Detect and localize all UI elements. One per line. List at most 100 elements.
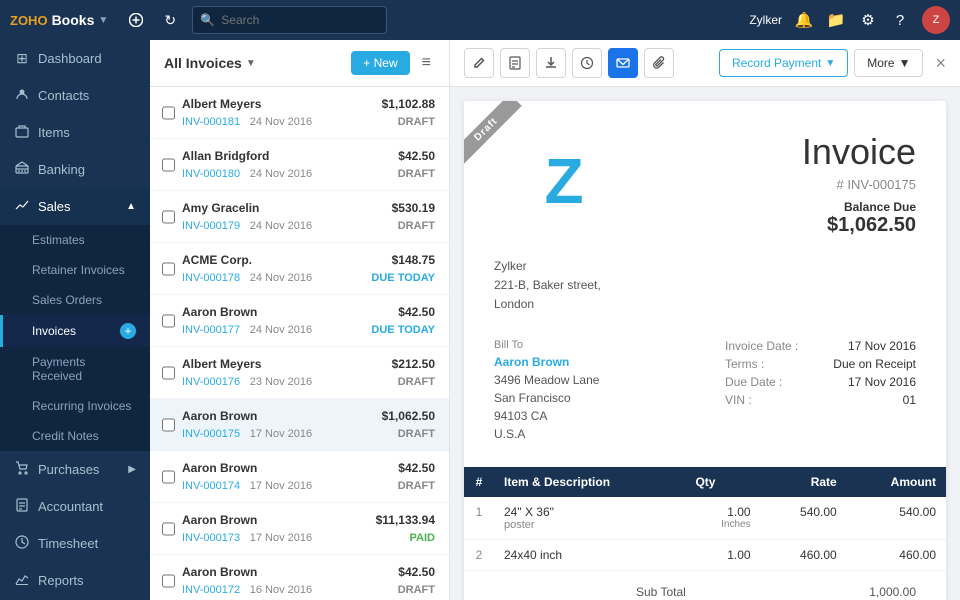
invoice-checkbox[interactable] — [162, 106, 175, 119]
invoice-item-ref[interactable]: INV-000180 — [182, 168, 240, 180]
invoice-checkbox[interactable] — [162, 314, 175, 327]
invoice-item-ref[interactable]: INV-000172 — [182, 584, 240, 596]
bell-icon-btn[interactable]: 🔔 — [790, 6, 818, 34]
invoice-list-item[interactable]: Amy Gracelin $530.19 INV-000179 24 Nov 2… — [150, 191, 449, 243]
add-button[interactable] — [122, 6, 150, 34]
sidebar-item-reports[interactable]: Reports — [0, 562, 150, 599]
invoice-add-btn[interactable]: + — [120, 323, 136, 339]
invoice-item-row1: Aaron Brown $11,133.94 — [182, 513, 435, 527]
invoice-item-row1: Amy Gracelin $530.19 — [182, 201, 435, 215]
invoice-list-title[interactable]: All Invoices ▼ — [164, 55, 256, 71]
invoice-item-ref[interactable]: INV-000173 — [182, 532, 240, 544]
invoice-item-ref[interactable]: INV-000178 — [182, 272, 240, 284]
invoice-item-row2: INV-000181 24 Nov 2016 DRAFT — [182, 113, 435, 128]
sidebar-item-dashboard[interactable]: ⊞ Dashboard — [0, 40, 150, 77]
line-rate: 540.00 — [761, 497, 847, 540]
meta-label: Invoice Date : — [725, 339, 798, 353]
gear-icon-btn[interactable]: ⚙ — [854, 6, 882, 34]
invoice-list-item[interactable]: ACME Corp. $148.75 INV-000178 24 Nov 201… — [150, 243, 449, 295]
email-icon-btn[interactable] — [608, 48, 638, 78]
invoice-item-ref[interactable]: INV-000176 — [182, 376, 240, 388]
invoice-item-status: DUE TODAY — [371, 272, 435, 284]
invoice-item-row2: INV-000172 16 Nov 2016 DRAFT — [182, 581, 435, 596]
sidebar-item-purchases[interactable]: Purchases ▶ — [0, 451, 150, 488]
table-row: 1 24" X 36" poster 1.00 Inches 540.00 54… — [464, 497, 946, 540]
close-button[interactable]: × — [935, 53, 946, 74]
line-qty: 1.00 — [685, 539, 760, 570]
pdf-icon-btn[interactable] — [500, 48, 530, 78]
attachment-icon-btn[interactable] — [644, 48, 674, 78]
sidebar-item-retainer-invoices[interactable]: Retainer Invoices — [0, 255, 150, 285]
invoice-item-ref[interactable]: INV-000177 — [182, 324, 240, 336]
history-icon-btn[interactable] — [572, 48, 602, 78]
totals-row: Sub Total 1,000.00 — [636, 581, 916, 600]
edit-icon-btn[interactable] — [464, 48, 494, 78]
invoice-item-amount: $1,062.50 — [382, 409, 435, 423]
sidebar-item-credit-notes[interactable]: Credit Notes — [0, 421, 150, 451]
sidebar-item-sales-orders[interactable]: Sales Orders — [0, 285, 150, 315]
invoice-checkbox[interactable] — [162, 210, 175, 223]
sidebar-item-contacts[interactable]: Contacts — [0, 77, 150, 114]
from-line2: London — [494, 295, 916, 314]
record-payment-button[interactable]: Record Payment ▼ — [719, 49, 848, 77]
table-header-item-&-description: Item & Description — [494, 467, 685, 497]
invoice-item-row1: Allan Bridgford $42.50 — [182, 149, 435, 163]
invoice-item-ref[interactable]: INV-000175 — [182, 428, 240, 440]
sidebar-item-accountant[interactable]: Accountant — [0, 488, 150, 525]
folder-icon-btn[interactable]: 📁 — [822, 6, 850, 34]
filter-button[interactable]: ≡ — [418, 50, 435, 76]
invoice-item-amount: $42.50 — [398, 149, 435, 163]
invoice-item-status: DUE TODAY — [371, 324, 435, 336]
totals-value: 1,000.00 — [869, 585, 916, 599]
logo-dropdown-arrow[interactable]: ▼ — [98, 15, 108, 26]
invoice-totals: Sub Total 1,000.00 State Sales tax (6.25… — [464, 571, 946, 600]
new-btn-label: + New — [363, 56, 397, 70]
invoice-item-date: 17 Nov 2016 — [250, 428, 312, 440]
sidebar-item-items[interactable]: Items — [0, 114, 150, 151]
invoice-item-status: DRAFT — [398, 428, 435, 440]
sidebar-label-retainer: Retainer Invoices — [32, 263, 136, 277]
invoice-item-ref[interactable]: INV-000179 — [182, 220, 240, 232]
sidebar-item-estimates[interactable]: Estimates — [0, 225, 150, 255]
sidebar-item-payments-received[interactable]: Payments Received — [0, 347, 150, 391]
search-input[interactable] — [192, 6, 387, 34]
invoice-list-item[interactable]: Aaron Brown $42.50 INV-000177 24 Nov 201… — [150, 295, 449, 347]
invoice-checkbox[interactable] — [162, 574, 175, 587]
invoice-list-item[interactable]: Allan Bridgford $42.50 INV-000180 24 Nov… — [150, 139, 449, 191]
invoice-checkbox[interactable] — [162, 418, 175, 431]
invoice-list-item[interactable]: Aaron Brown $1,062.50 INV-000175 17 Nov … — [150, 399, 449, 451]
invoice-checkbox[interactable] — [162, 470, 175, 483]
invoice-checkbox[interactable] — [162, 262, 175, 275]
invoice-list-item[interactable]: Albert Meyers $212.50 INV-000176 23 Nov … — [150, 347, 449, 399]
invoice-checkbox[interactable] — [162, 366, 175, 379]
invoice-bill-section: Bill To Aaron Brown 3496 Meadow LaneSan … — [464, 325, 946, 457]
download-icon-btn[interactable] — [536, 48, 566, 78]
help-icon-btn[interactable]: ? — [886, 6, 914, 34]
sidebar-item-invoices[interactable]: Invoices + — [0, 315, 150, 347]
invoice-item-amount: $1,102.88 — [382, 97, 435, 111]
sidebar-item-banking[interactable]: Banking — [0, 151, 150, 188]
invoice-item-name: Allan Bridgford — [182, 149, 269, 163]
new-invoice-button[interactable]: + New — [351, 51, 409, 75]
invoice-list-item[interactable]: Aaron Brown $42.50 INV-000172 16 Nov 201… — [150, 555, 449, 600]
invoice-item-row2: INV-000178 24 Nov 2016 DUE TODAY — [182, 269, 435, 284]
more-button[interactable]: More ▼ — [854, 49, 923, 77]
invoice-item-ref[interactable]: INV-000174 — [182, 480, 240, 492]
refresh-button[interactable]: ↻ — [156, 6, 184, 34]
invoice-item-ref[interactable]: INV-000181 — [182, 116, 240, 128]
sidebar-item-sales[interactable]: Sales ▲ — [0, 188, 150, 225]
invoice-checkbox[interactable] — [162, 158, 175, 171]
invoice-item-name: Aaron Brown — [182, 305, 257, 319]
invoice-list-item[interactable]: Albert Meyers $1,102.88 INV-000181 24 No… — [150, 87, 449, 139]
invoice-list-item[interactable]: Aaron Brown $42.50 INV-000174 17 Nov 201… — [150, 451, 449, 503]
table-header-rate: Rate — [761, 467, 847, 497]
sidebar-item-timesheet[interactable]: Timesheet — [0, 525, 150, 562]
sidebar-label-reports: Reports — [38, 573, 136, 588]
sidebar-label-dashboard: Dashboard — [38, 51, 136, 66]
invoice-item-row2: INV-000180 24 Nov 2016 DRAFT — [182, 165, 435, 180]
contacts-icon — [14, 87, 30, 104]
invoice-list-item[interactable]: Aaron Brown $11,133.94 INV-000173 17 Nov… — [150, 503, 449, 555]
dashboard-icon: ⊞ — [14, 50, 30, 67]
invoice-checkbox[interactable] — [162, 522, 175, 535]
sidebar-item-recurring-invoices[interactable]: Recurring Invoices — [0, 391, 150, 421]
